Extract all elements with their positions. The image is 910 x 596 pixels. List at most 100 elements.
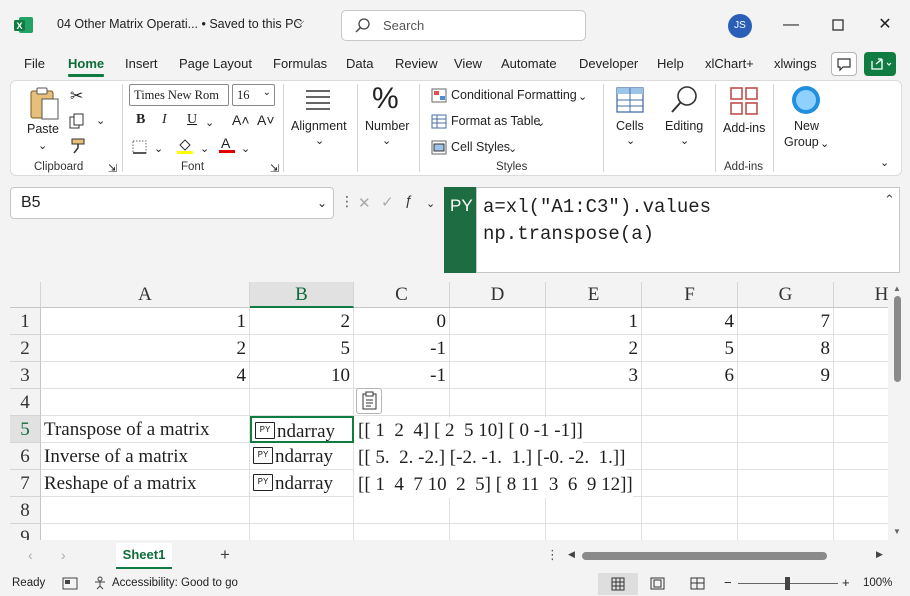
cell-f2[interactable]: 5 bbox=[642, 335, 738, 362]
cell-h2[interactable] bbox=[834, 335, 888, 362]
cell-c8[interactable] bbox=[354, 497, 450, 524]
font-launcher-icon[interactable]: ⇲ bbox=[270, 162, 279, 175]
chevron-down-icon[interactable]: ⌄ bbox=[508, 142, 517, 155]
font-size-box[interactable]: 16 ⌄ bbox=[232, 84, 275, 106]
underline-button[interactable]: U bbox=[187, 112, 197, 128]
paste-chevron-icon[interactable]: ⌄ bbox=[38, 139, 47, 152]
cell-a6[interactable]: Inverse of a matrix bbox=[41, 443, 250, 470]
cell-e4[interactable] bbox=[546, 389, 642, 416]
alignment-icon[interactable] bbox=[303, 86, 333, 114]
cell-b7-python[interactable]: PY ndarray bbox=[250, 470, 354, 497]
cell-g4[interactable] bbox=[738, 389, 834, 416]
page-break-view-icon[interactable] bbox=[690, 577, 705, 590]
cell-a9[interactable] bbox=[41, 524, 250, 540]
cell-f8[interactable] bbox=[642, 497, 738, 524]
cells-button[interactable]: Cells bbox=[616, 119, 644, 133]
python-object-icon[interactable]: PY bbox=[253, 474, 273, 492]
row-header-6[interactable]: 6 bbox=[10, 443, 41, 470]
cell-g1[interactable]: 7 bbox=[738, 308, 834, 335]
python-object-icon[interactable]: PY bbox=[253, 447, 273, 465]
name-box[interactable]: B5 ⌄ bbox=[10, 187, 334, 219]
cell-g3[interactable]: 9 bbox=[738, 362, 834, 389]
cell-a4[interactable] bbox=[41, 389, 250, 416]
accessibility-status[interactable]: Accessibility: Good to go bbox=[112, 577, 238, 589]
tab-xlchart[interactable]: xlChart+ bbox=[705, 56, 754, 71]
tab-xlwings[interactable]: xlwings bbox=[774, 56, 817, 71]
cell-h7[interactable] bbox=[834, 470, 888, 497]
column-header-a[interactable]: A bbox=[41, 282, 250, 308]
row-header-4[interactable]: 4 bbox=[10, 389, 41, 416]
scroll-up-icon[interactable]: ▲ bbox=[893, 284, 901, 293]
italic-button[interactable]: I bbox=[162, 112, 167, 128]
cell-f6[interactable] bbox=[642, 443, 738, 470]
cell-b1[interactable]: 2 bbox=[250, 308, 354, 335]
borders-icon[interactable] bbox=[132, 140, 148, 154]
cell-e3[interactable]: 3 bbox=[546, 362, 642, 389]
grow-font-button[interactable]: A˄ bbox=[232, 112, 250, 128]
zoom-in-icon[interactable]: + bbox=[842, 575, 850, 590]
cell-b3[interactable]: 10 bbox=[250, 362, 354, 389]
cell-a3[interactable]: 4 bbox=[41, 362, 250, 389]
column-header-d[interactable]: D bbox=[450, 282, 546, 308]
prev-sheet-icon[interactable]: ‹ bbox=[28, 547, 33, 563]
editing-chevron-icon[interactable]: ⌄ bbox=[680, 134, 689, 147]
format-painter-icon[interactable] bbox=[69, 138, 86, 154]
cell-h9[interactable] bbox=[834, 524, 888, 540]
borders-chevron-icon[interactable]: ⌄ bbox=[154, 142, 163, 155]
tab-home[interactable]: Home bbox=[68, 56, 104, 71]
cell-e2[interactable]: 2 bbox=[546, 335, 642, 362]
font-name-box[interactable]: Times New Rom bbox=[129, 84, 229, 106]
cell-f4[interactable] bbox=[642, 389, 738, 416]
row-header-9[interactable]: 9 bbox=[10, 524, 41, 540]
cell-b4[interactable] bbox=[250, 389, 354, 416]
sheet-tab-sheet1[interactable]: Sheet1 bbox=[116, 543, 172, 569]
scroll-down-icon[interactable]: ▼ bbox=[893, 527, 901, 536]
paste-icon[interactable] bbox=[28, 86, 62, 122]
chevron-down-icon[interactable]: ⌄ bbox=[317, 196, 327, 210]
cell-c3[interactable]: -1 bbox=[354, 362, 450, 389]
cell-a8[interactable] bbox=[41, 497, 250, 524]
copy-chevron-icon[interactable]: ⌄ bbox=[96, 114, 105, 127]
cell-h5[interactable] bbox=[834, 416, 888, 443]
chevron-down-icon[interactable]: ⌄ bbox=[536, 116, 545, 129]
cell-h1[interactable] bbox=[834, 308, 888, 335]
editing-button[interactable]: Editing bbox=[665, 119, 703, 133]
column-header-g[interactable]: G bbox=[738, 282, 834, 308]
row-header-7[interactable]: 7 bbox=[10, 470, 41, 497]
cell-f9[interactable] bbox=[642, 524, 738, 540]
cell-f1[interactable]: 4 bbox=[642, 308, 738, 335]
conditional-formatting-button[interactable]: Conditional Formatting bbox=[451, 88, 577, 102]
worksheet-grid[interactable]: A B C D E F G H 1 2 3 4 5 6 7 8 9 1 2 0 … bbox=[10, 282, 888, 540]
number-button[interactable]: Number bbox=[365, 119, 409, 133]
horizontal-scrollbar-thumb[interactable] bbox=[582, 552, 827, 560]
new-group-label-line1[interactable]: New bbox=[794, 119, 819, 133]
cell-f3[interactable]: 6 bbox=[642, 362, 738, 389]
chevron-down-icon[interactable]: ⌄ bbox=[426, 197, 435, 210]
share-button[interactable] bbox=[864, 52, 896, 76]
tab-page-layout[interactable]: Page Layout bbox=[179, 56, 252, 71]
ribbon-collapse-icon[interactable]: ⌄ bbox=[880, 156, 889, 169]
python-object-icon[interactable]: PY bbox=[255, 422, 275, 440]
alignment-button[interactable]: Alignment bbox=[291, 119, 347, 133]
cell-d9[interactable] bbox=[450, 524, 546, 540]
addins-icon[interactable] bbox=[729, 86, 759, 116]
select-all-corner[interactable] bbox=[10, 282, 41, 308]
cell-a5[interactable]: Transpose of a matrix bbox=[41, 416, 250, 443]
column-header-b[interactable]: B bbox=[250, 282, 354, 308]
cell-g7[interactable] bbox=[738, 470, 834, 497]
font-color-chevron-icon[interactable]: ⌄ bbox=[241, 142, 250, 155]
normal-view-button[interactable] bbox=[598, 573, 638, 595]
cell-e8[interactable] bbox=[546, 497, 642, 524]
maximize-icon[interactable] bbox=[825, 12, 851, 38]
row-header-2[interactable]: 2 bbox=[10, 335, 41, 362]
chevron-down-icon[interactable]: ⌄ bbox=[820, 137, 829, 150]
cell-b5[interactable]: PY ndarray bbox=[250, 416, 354, 443]
add-sheet-icon[interactable]: + bbox=[220, 545, 230, 565]
tab-review[interactable]: Review bbox=[395, 56, 438, 71]
row-header-8[interactable]: 8 bbox=[10, 497, 41, 524]
cell-h4[interactable] bbox=[834, 389, 888, 416]
underline-chevron-icon[interactable]: ⌄ bbox=[205, 116, 214, 129]
number-chevron-icon[interactable]: ⌄ bbox=[382, 134, 391, 147]
column-header-e[interactable]: E bbox=[546, 282, 642, 308]
cell-g2[interactable]: 8 bbox=[738, 335, 834, 362]
